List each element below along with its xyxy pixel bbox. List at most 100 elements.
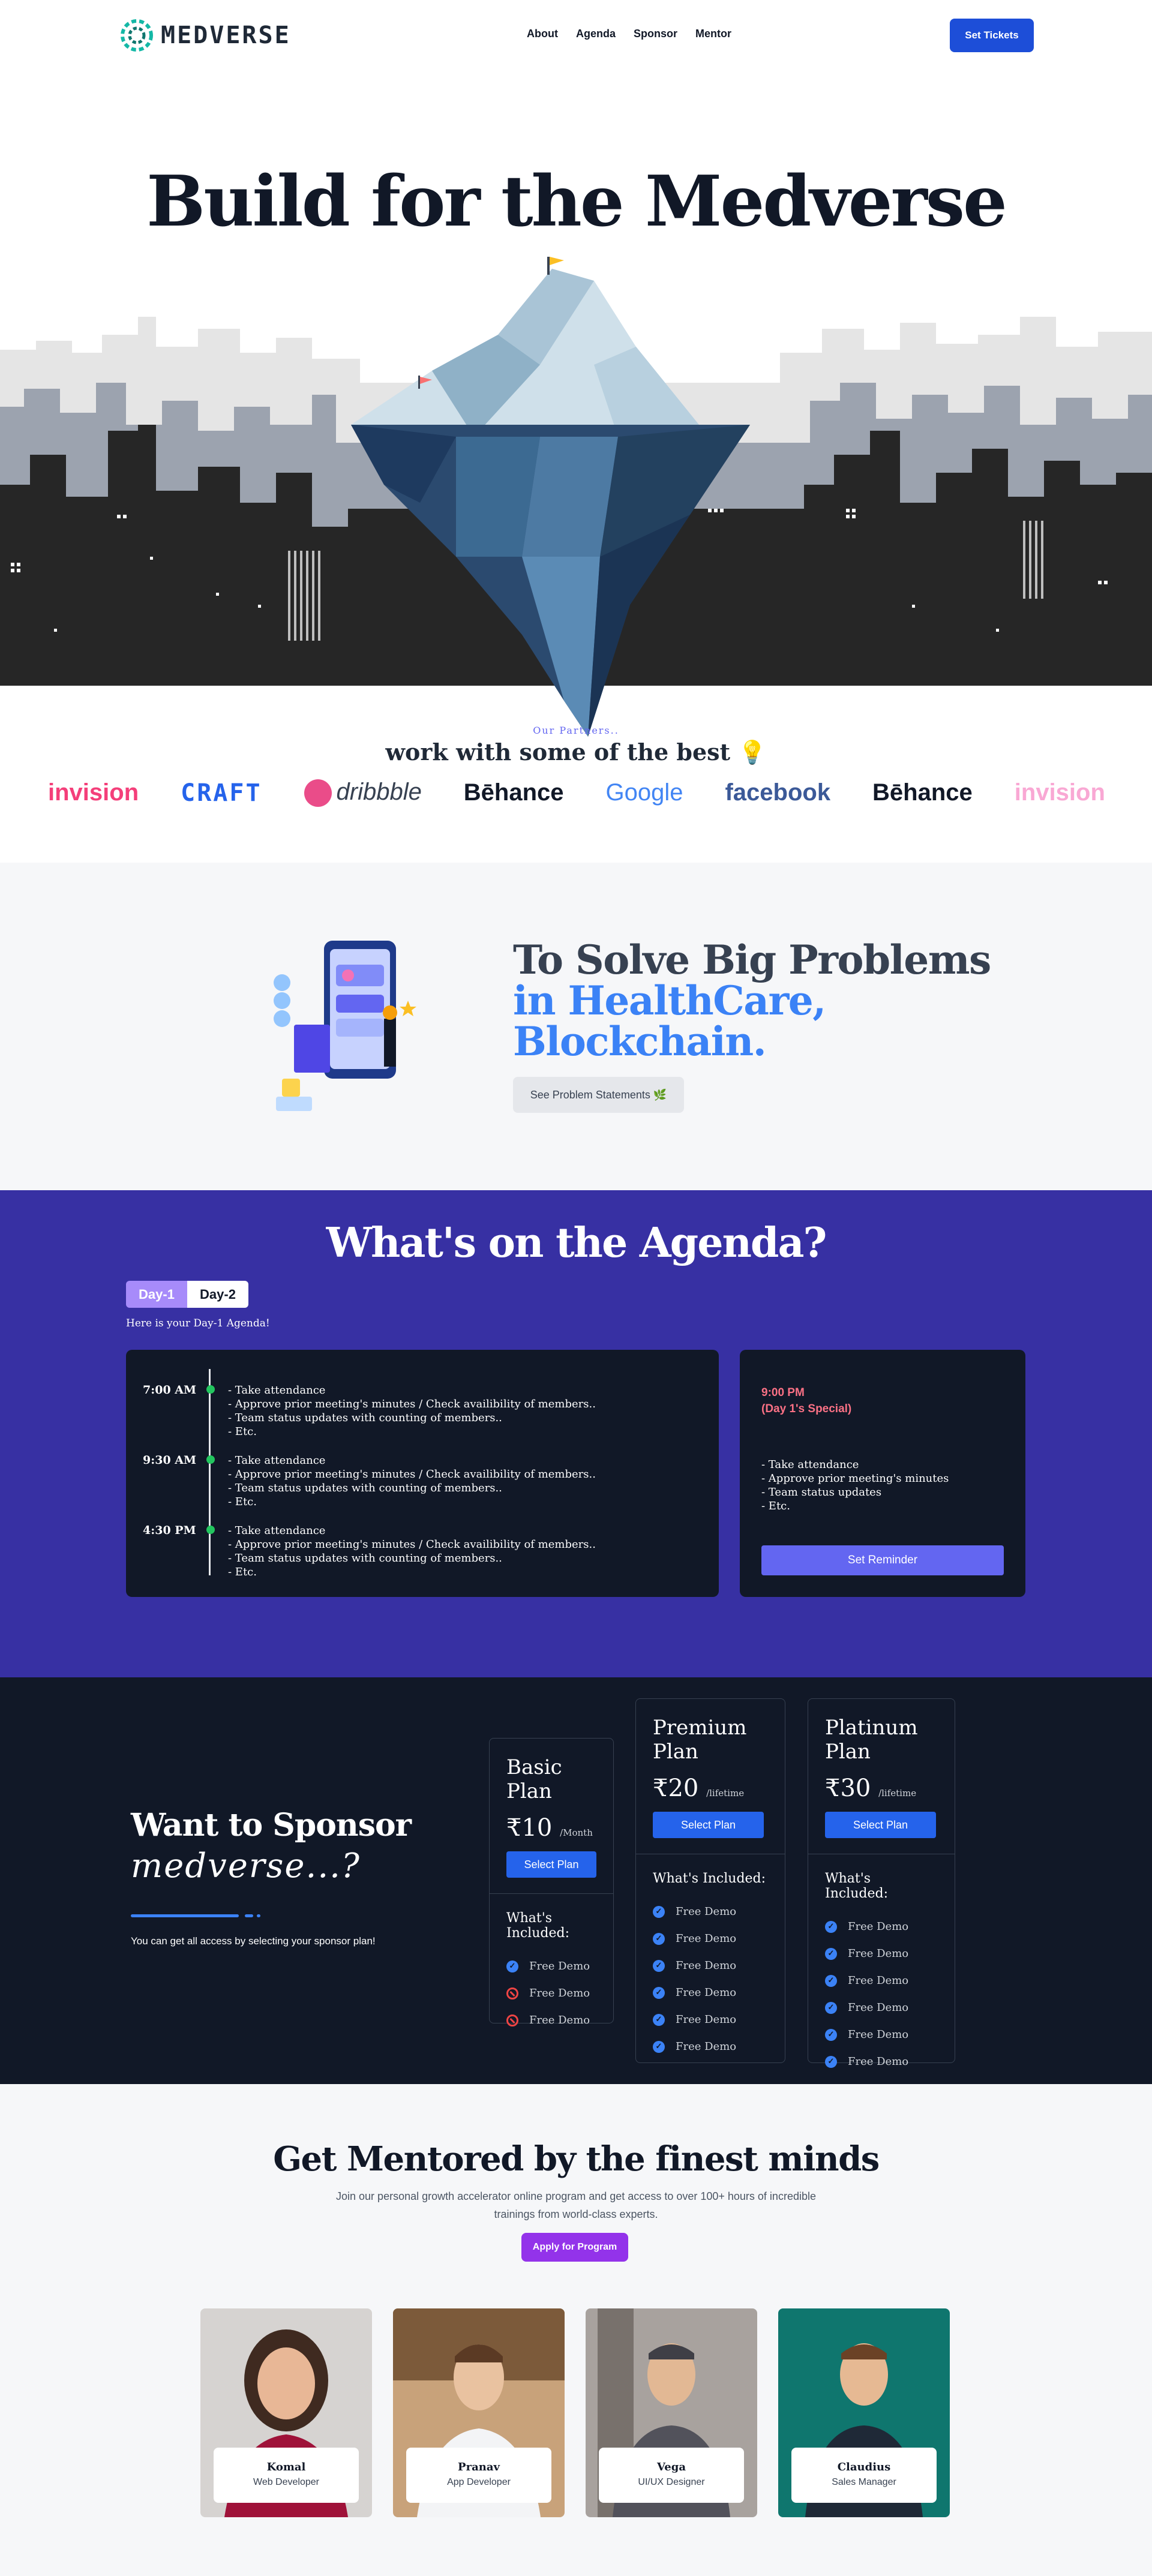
agenda-title: What's on the Agenda?: [326, 1219, 827, 1267]
nav-link-about[interactable]: About: [527, 28, 558, 40]
plan-header: Basic Plan ₹10 /Month Select Plan: [490, 1739, 613, 1894]
mentor-role: UI/UX Designer: [638, 2477, 705, 2487]
check-icon: ✓: [653, 1959, 665, 1972]
mentor-card[interactable]: Claudius Sales Manager: [778, 2308, 950, 2517]
logo-icon: [121, 19, 153, 52]
plan-feature: ✓ Free Demo: [825, 1967, 938, 1994]
special-item: - Team status updates: [761, 1486, 882, 1499]
check-icon: ✓: [653, 2013, 665, 2026]
brand-name: MEDVERSE: [161, 22, 291, 49]
sponsor-script-text: medverse...?: [131, 1847, 361, 1886]
iceberg-city-illustration: [0, 257, 1152, 737]
plan-name: Basic Plan: [506, 1755, 562, 1803]
slot-time: 9:30 AM: [143, 1454, 197, 1467]
plan-feature: ✓ Free Demo: [653, 1979, 768, 2006]
set-tickets-button[interactable]: Set Tickets: [950, 19, 1034, 52]
mentor-name: Pranav: [458, 2461, 500, 2473]
check-icon: ✓: [653, 1905, 665, 1918]
mentor-name: Vega: [656, 2461, 686, 2473]
plan-feature: ✓ Free Demo: [506, 1953, 596, 1980]
check-icon: ✓: [506, 1960, 518, 1972]
slot-items: - Take attendance - Approve prior meetin…: [228, 1524, 596, 1579]
slot-item: - Take attendance: [228, 1524, 326, 1537]
plan-feature: ✓ Free Demo: [653, 1925, 768, 1952]
plan-included-heading: What's Included:: [825, 1871, 888, 1901]
plan-price: ₹10 /Month: [506, 1814, 593, 1842]
phone-shopping-illustration: [274, 941, 416, 1111]
plan-feature: ✓ Free Demo: [653, 2006, 768, 2033]
plan-feature: ✓ Free Demo: [825, 1940, 938, 1967]
plan-feature: Free Demo: [506, 1980, 596, 2007]
mentor-card[interactable]: Komal Web Developer: [200, 2308, 372, 2517]
plan-price: ₹30 /lifetime: [825, 1775, 917, 1802]
slot-item: - Etc.: [228, 1496, 257, 1508]
slot-item: - Team status updates with counting of m…: [228, 1412, 502, 1424]
mentor-card[interactable]: Vega UI/UX Designer: [586, 2308, 757, 2517]
sponsor-underline-dot: [245, 1914, 253, 1917]
check-icon: ✓: [825, 2028, 837, 2041]
slot-items: - Take attendance - Approve prior meetin…: [228, 1383, 596, 1439]
plan-feature: Free Demo: [506, 2007, 596, 2034]
check-icon: ✓: [825, 2055, 837, 2068]
see-problem-statements-button[interactable]: See Problem Statements 🌿: [513, 1077, 684, 1113]
not-included-icon: [506, 1987, 518, 1999]
slot-item: - Approve prior meeting's minutes / Chec…: [228, 1468, 596, 1481]
mentor-name: Komal: [266, 2461, 306, 2473]
slot-item: - Etc.: [228, 1425, 257, 1438]
partner-logo-dribbble: dribbble: [304, 779, 422, 807]
mentor-name: Claudius: [837, 2461, 891, 2473]
mentors-section: Get Mentored by the finest minds Join ou…: [0, 2084, 1152, 2576]
mentor-name-card: Claudius Sales Manager: [791, 2448, 937, 2503]
not-included-icon: [506, 2014, 518, 2026]
partner-logo-behance: Bēhance: [463, 779, 564, 806]
mentor-name-card: Komal Web Developer: [214, 2448, 359, 2503]
nav-link-agenda[interactable]: Agenda: [576, 28, 616, 40]
special-time: 9:00 PM: [761, 1386, 805, 1399]
check-icon: ✓: [653, 2040, 665, 2053]
select-plan-button[interactable]: Select Plan: [653, 1812, 764, 1838]
agenda-section: What's on the Agenda? Day-1 Day-2 Here i…: [0, 1190, 1152, 1677]
mentor-name-card: Vega UI/UX Designer: [599, 2448, 744, 2503]
slot-item: - Team status updates with counting of m…: [228, 1552, 502, 1565]
partners-eyebrow: Our Partners..: [533, 725, 619, 736]
partner-logo-facebook: facebook: [725, 779, 831, 806]
mentor-role: Web Developer: [253, 2477, 319, 2487]
tab-day-1[interactable]: Day-1: [126, 1281, 187, 1308]
check-icon: ✓: [653, 1986, 665, 1999]
brand-logo[interactable]: MEDVERSE: [120, 19, 291, 52]
partners-title: work with some of the best 💡: [385, 738, 767, 765]
plan-header: Premium Plan ₹20 /lifetime Select Plan: [636, 1699, 785, 1854]
apply-for-program-button[interactable]: Apply for Program: [521, 2233, 628, 2262]
slot-items: - Take attendance - Approve prior meetin…: [228, 1454, 596, 1509]
partner-logo-invision-2: invision: [1014, 779, 1105, 806]
plan-features: What's Included: ✓ Free Demo Free Demo Fr…: [490, 1894, 613, 2050]
special-label: (Day 1's Special): [761, 1403, 852, 1415]
plan-card-basic: Basic Plan ₹10 /Month Select Plan What's…: [489, 1738, 614, 2026]
agenda-day-tabs: Day-1 Day-2: [126, 1281, 248, 1308]
sponsor-section: Want to Sponsor medverse...? You can get…: [0, 1677, 1152, 2084]
set-reminder-button[interactable]: Set Reminder: [761, 1545, 1004, 1575]
agenda-timeline-card: 7:00 AM - Take attendance - Approve prio…: [126, 1350, 719, 1597]
slot-item: - Take attendance: [228, 1384, 326, 1397]
select-plan-button[interactable]: Select Plan: [506, 1851, 596, 1878]
plan-included-heading: What's Included:: [506, 1911, 569, 1941]
mentor-name-card: Pranav App Developer: [406, 2448, 551, 2503]
check-icon: ✓: [825, 1920, 837, 1933]
nav-link-sponsor[interactable]: Sponsor: [634, 28, 677, 40]
mentor-card[interactable]: Pranav App Developer: [393, 2308, 565, 2517]
sponsor-underline-dot: [257, 1914, 260, 1917]
plan-card-platinum: Platinum Plan ₹30 /lifetime Select Plan …: [808, 1698, 955, 2068]
partner-logo-behance-2: Bēhance: [872, 779, 973, 806]
select-plan-button[interactable]: Select Plan: [825, 1812, 936, 1838]
plan-features: What's Included: ✓ Free Demo ✓ Free Demo ✓…: [636, 1854, 785, 2077]
hero-section: Build for the Medverse: [0, 71, 1152, 737]
slot-item: - Approve prior meeting's minutes / Chec…: [228, 1538, 596, 1551]
partner-logo-google: Google: [605, 779, 683, 806]
plan-included-heading: What's Included:: [653, 1871, 766, 1886]
mentor-role: Sales Manager: [832, 2477, 896, 2487]
check-icon: ✓: [825, 2001, 837, 2014]
mentors-description: Join our personal growth accelerator onl…: [336, 2190, 816, 2220]
problems-heading: To Solve Big Problems in HealthCare, Blo…: [513, 939, 991, 1062]
nav-link-mentor[interactable]: Mentor: [695, 28, 731, 40]
tab-day-2[interactable]: Day-2: [187, 1281, 248, 1308]
